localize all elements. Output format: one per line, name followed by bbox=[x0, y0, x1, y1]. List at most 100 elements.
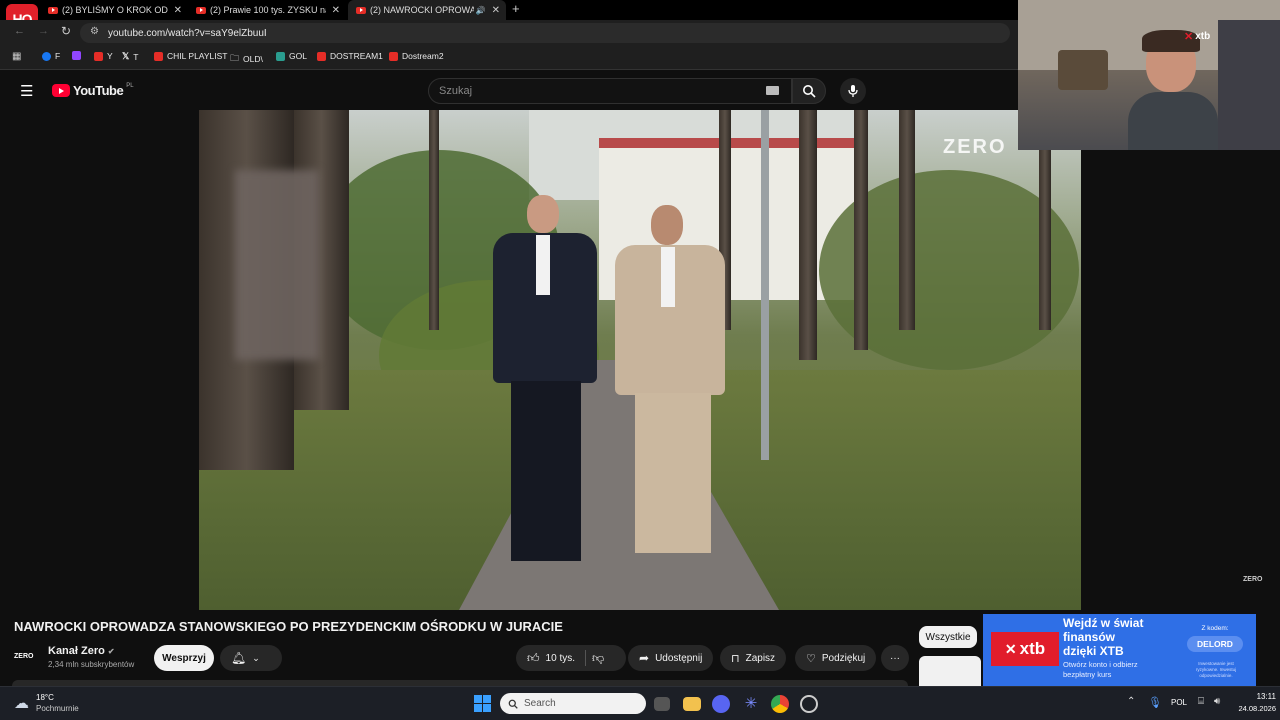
ad-code[interactable]: DELORD bbox=[1187, 636, 1243, 652]
search-input[interactable]: Szukaj bbox=[428, 78, 792, 104]
weather-desc[interactable]: Pochmurnie bbox=[36, 704, 79, 713]
facebook-icon bbox=[42, 51, 51, 61]
filter-chip-all[interactable]: Wszystkie bbox=[919, 626, 977, 648]
network-icon[interactable]: ⌸ bbox=[1198, 696, 1204, 707]
tray-mic-icon[interactable]: 🎙︎ bbox=[1148, 696, 1162, 709]
voice-search-button[interactable] bbox=[840, 78, 866, 104]
bookmark-old[interactable]: 🗀 OLD\ bbox=[230, 51, 263, 67]
youtube-icon bbox=[317, 51, 326, 61]
xtb-webcam-badge: ✕ xtb bbox=[1184, 31, 1211, 43]
audio-playing-icon[interactable]: 🔊 bbox=[476, 6, 486, 15]
browser-tab-2[interactable]: (2) Prawie 100 tys. ZYSKU na pi ✕ bbox=[188, 0, 346, 20]
bookmark-f[interactable]: F bbox=[42, 51, 60, 61]
url-field[interactable]: ⚙ youtube.com/watch?v=saY9elZbuuI bbox=[80, 23, 1010, 43]
thumbs-up-icon[interactable]: 👍︎ bbox=[527, 651, 540, 666]
forward-arrow-icon[interactable]: → bbox=[38, 25, 49, 37]
new-tab-button[interactable]: + bbox=[512, 1, 520, 16]
verified-badge-icon: ✔ bbox=[107, 647, 115, 656]
tab-title: (2) BYLIŚMY O KROK OD WOJN bbox=[62, 5, 168, 15]
file-explorer-icon[interactable] bbox=[683, 697, 701, 711]
ad-headline: Wejdź w świat finansów dzięki XTB bbox=[1063, 616, 1144, 658]
site-settings-icon[interactable]: ⚙ bbox=[90, 26, 99, 37]
taskbar-search-input[interactable]: Search bbox=[500, 693, 646, 714]
hamburger-menu-icon[interactable]: ☰ bbox=[20, 82, 33, 100]
search-icon bbox=[803, 85, 816, 98]
webcam-overlay: ✕ xtb bbox=[1018, 0, 1280, 150]
tab-title: (2) Prawie 100 tys. ZYSKU na pi bbox=[210, 5, 326, 15]
xtb-logo: ✕ xtb bbox=[991, 632, 1059, 666]
xtb-ad-banner[interactable]: ✕ xtb Wejdź w świat finansów dzięki XTB … bbox=[983, 614, 1256, 686]
bell-icon: 🔔︎ bbox=[231, 651, 247, 665]
xtb-x-icon: ✕ bbox=[1004, 640, 1017, 657]
person-dark-suit bbox=[489, 195, 599, 585]
bookmarks-bar: ▦ F Y 𝕏 T CHIL PLAYLIST 🗀 OLD\ GOL DOSTR… bbox=[0, 46, 1018, 70]
person-beige-suit bbox=[609, 205, 729, 575]
volume-icon[interactable]: 🔊︎ bbox=[1214, 696, 1220, 707]
support-button[interactable]: Wesprzyj bbox=[154, 645, 214, 671]
discord-icon[interactable] bbox=[712, 695, 730, 713]
apps-grid-icon[interactable]: ▦ bbox=[12, 51, 21, 62]
ad-subtext: Otwórz konto i odbierz bezpłatny kurs bbox=[1063, 660, 1138, 679]
windows-taskbar: ☁ 18°C Pochmurnie Search ✳ ⌃ 🎙︎ POL ⌸ 🔊︎… bbox=[0, 686, 1280, 720]
thumbs-down-icon[interactable]: 👎︎ bbox=[592, 651, 604, 666]
lamp-post bbox=[761, 110, 769, 460]
thanks-button[interactable]: ♡ Podziękuj bbox=[795, 645, 877, 671]
close-tab-icon[interactable]: ✕ bbox=[492, 5, 500, 16]
more-actions-button[interactable]: ··· bbox=[881, 645, 909, 671]
notifications-dropdown[interactable]: 🔔︎ ⌄ bbox=[220, 645, 282, 671]
url-text: youtube.com/watch?v=saY9elZbuuI bbox=[108, 27, 267, 39]
bookmark-dostream1[interactable]: DOSTREAM1 bbox=[317, 51, 383, 61]
chrome-icon[interactable] bbox=[771, 695, 789, 713]
like-dislike-group: 👍︎ 10 tys. 👎︎ bbox=[516, 645, 626, 671]
microphone-icon bbox=[848, 85, 858, 97]
search-button[interactable] bbox=[792, 78, 826, 104]
channel-name[interactable]: Kanał Zero bbox=[48, 645, 105, 657]
language-indicator[interactable]: POL bbox=[1171, 698, 1187, 707]
windows-start-icon[interactable] bbox=[474, 695, 491, 712]
video-player[interactable]: ZERO bbox=[199, 110, 1081, 610]
back-arrow-icon[interactable]: ← bbox=[14, 25, 25, 37]
bookmark-icon: ⊓ bbox=[731, 652, 740, 665]
gol-icon bbox=[276, 51, 285, 61]
streamer bbox=[1128, 30, 1218, 150]
bookmark-dostream2[interactable]: Dostream2 bbox=[389, 51, 444, 61]
corner-watermark: ZERO bbox=[1243, 576, 1263, 583]
bookmark-t[interactable]: 𝕏 T bbox=[122, 51, 138, 62]
browser-tab-3-active[interactable]: (2) NAWROCKI OPROWADZ 🔊 ✕ bbox=[348, 0, 506, 20]
save-button[interactable]: ⊓ Zapisz bbox=[720, 645, 787, 671]
channel-name-row[interactable]: Kanał Zero ✔ bbox=[48, 645, 115, 657]
bookmark-y[interactable]: Y bbox=[94, 51, 113, 61]
blurred-logo bbox=[235, 170, 319, 360]
chevron-down-icon: ⌄ bbox=[252, 652, 260, 663]
task-view-icon[interactable] bbox=[654, 697, 670, 711]
youtube-play-icon bbox=[52, 84, 70, 97]
youtube-icon bbox=[389, 51, 398, 61]
youtube-header: ☰ YouTube PL Szukaj bbox=[0, 71, 1018, 111]
sparkle-app-icon[interactable]: ✳ bbox=[742, 695, 760, 713]
obs-icon[interactable] bbox=[800, 695, 818, 713]
weather-temp[interactable]: 18°C bbox=[36, 693, 54, 702]
subscriber-count: 2,34 mln subskrybentów bbox=[48, 660, 135, 669]
channel-avatar[interactable]: ZERO bbox=[14, 646, 40, 666]
bookmark-twitch[interactable] bbox=[72, 51, 81, 60]
browser-tab-1[interactable]: (2) BYLIŚMY O KROK OD WOJN ✕ bbox=[40, 0, 188, 20]
close-tab-icon[interactable]: ✕ bbox=[332, 5, 340, 16]
youtube-icon bbox=[154, 51, 163, 61]
shelf bbox=[1058, 50, 1108, 90]
bookmark-gol[interactable]: GOL bbox=[276, 51, 307, 61]
keyboard-icon[interactable] bbox=[766, 86, 779, 95]
tray-chevron-up-icon[interactable]: ⌃ bbox=[1127, 696, 1135, 707]
cloud-weather-icon[interactable]: ☁ bbox=[14, 694, 29, 712]
related-thumbnail[interactable] bbox=[919, 656, 981, 686]
share-button[interactable]: ➦ Udostępnij bbox=[628, 645, 714, 671]
heart-dollar-icon: ♡ bbox=[806, 652, 816, 665]
reload-icon[interactable]: ↻ bbox=[61, 24, 71, 38]
ad-disclaimer: Inwestowanie jest ryzykowne. Inwestuj od… bbox=[1195, 661, 1237, 678]
clock-date[interactable]: 24.08.2026 bbox=[1230, 704, 1276, 713]
video-title: NAWROCKI OPROWADZA STANOWSKIEGO PO PREZY… bbox=[14, 619, 563, 634]
clock-time[interactable]: 13:11 bbox=[1236, 692, 1276, 701]
close-tab-icon[interactable]: ✕ bbox=[174, 5, 182, 16]
bookmark-chil-playlist[interactable]: CHIL PLAYLIST bbox=[154, 51, 227, 61]
youtube-logo[interactable]: YouTube PL bbox=[52, 83, 134, 98]
like-count[interactable]: 10 tys. bbox=[546, 653, 575, 664]
